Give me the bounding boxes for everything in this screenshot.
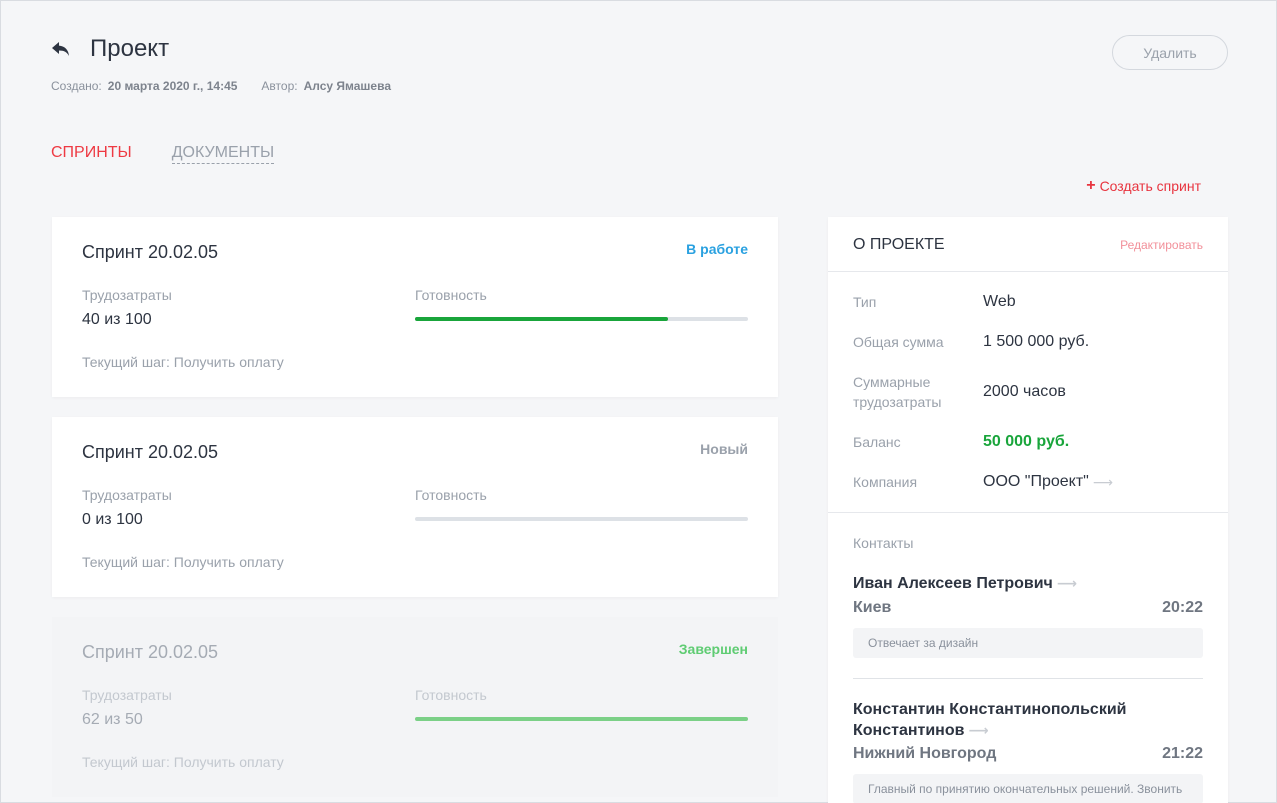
info-label: Тип [853, 294, 877, 310]
author-label: Автор: [261, 79, 298, 93]
info-value: 50 000 руб. [983, 433, 1070, 450]
info-value: Web [983, 293, 1016, 310]
edit-link[interactable]: Редактировать [1120, 238, 1203, 252]
tab-documents[interactable]: ДОКУМЕНТЫ [171, 144, 275, 164]
contacts-label: Контакты [853, 535, 914, 551]
sprint-status: В работе [686, 241, 748, 257]
info-row-company: Компания ООО "Проект" ⟶ [853, 472, 1113, 492]
info-row-total-effort: Суммарные трудозатраты 2000 часов [853, 372, 1066, 412]
contact-time: 21:22 [1162, 745, 1203, 762]
back-arrow-icon[interactable] [51, 38, 73, 60]
info-row-balance: Баланс 50 000 руб. [853, 432, 1069, 452]
info-row-total-sum: Общая сумма 1 500 000 руб. [853, 332, 1089, 352]
company-link[interactable]: ООО "Проект" ⟶ [983, 473, 1113, 491]
create-sprint-button[interactable]: + Создать спринт [1086, 177, 1201, 195]
contact-city: Киев [853, 599, 892, 616]
sprint-card[interactable]: Спринт 20.02.05 Завершен Трудозатраты 62… [52, 617, 778, 797]
divider [828, 512, 1228, 513]
sprint-name: Спринт 20.02.05 [82, 442, 219, 462]
sprint-name: Спринт 20.02.05 [82, 242, 219, 262]
page-title: Проект [90, 35, 170, 62]
tabs: СПРИНТЫ ДОКУМЕНТЫ [51, 144, 275, 164]
created-info: Создано: 20 марта 2020 г., 14:45 [51, 79, 237, 93]
contact-separator [853, 678, 1203, 679]
info-label: Суммарные трудозатраты [853, 374, 942, 410]
sprint-status: Завершен [678, 641, 748, 657]
author-info: Автор: Алсу Ямашева [261, 79, 391, 93]
created-label: Создано: [51, 79, 102, 93]
author-value: Алсу Ямашева [303, 79, 391, 93]
sprint-card[interactable]: Спринт 20.02.05 В работе Трудозатраты 40… [52, 217, 778, 397]
tab-sprints[interactable]: СПРИНТЫ [51, 144, 132, 164]
title-row: Проект [51, 35, 391, 63]
contact-name-link[interactable]: Константин Константинопольский Константи… [853, 699, 1183, 741]
contact-name-link[interactable]: Иван Алексеев Петрович ⟶ [853, 573, 1183, 594]
readiness-progress-fill [415, 717, 748, 721]
page-header: Проект Создано: 20 марта 2020 г., 14:45 А… [51, 35, 391, 93]
effort-label: Трудозатраты [82, 487, 172, 503]
arrow-right-icon: ⟶ [1056, 575, 1077, 591]
info-row-type: Тип Web [853, 292, 1016, 312]
readiness-progress-bar [415, 317, 748, 321]
arrow-right-icon: ⟶ [1092, 473, 1113, 490]
contact-name: Иван Алексеев Петрович [853, 575, 1053, 592]
contact-time: 20:22 [1162, 599, 1203, 616]
contact-note: Отвечает за дизайн [853, 628, 1203, 658]
current-step: Текущий шаг: Получить оплату [82, 754, 284, 770]
info-label: Баланс [853, 434, 901, 450]
effort-label: Трудозатраты [82, 687, 172, 703]
sprint-status: Новый [700, 441, 748, 457]
current-step: Текущий шаг: Получить оплату [82, 354, 284, 370]
about-title: О ПРОЕКТЕ [853, 236, 945, 253]
contact-note: Главный по принятию окончательных решени… [853, 774, 1203, 803]
info-value: 1 500 000 руб. [983, 333, 1090, 350]
info-label: Общая сумма [853, 334, 944, 350]
create-sprint-label: Создать спринт [1099, 178, 1201, 194]
current-step: Текущий шаг: Получить оплату [82, 554, 284, 570]
plus-icon: + [1086, 177, 1096, 194]
project-meta: Создано: 20 марта 2020 г., 14:45 Автор: Ал… [51, 79, 391, 93]
readiness-label: Готовность [415, 687, 487, 703]
readiness-progress-fill [415, 317, 669, 321]
about-header: О ПРОЕКТЕ Редактировать [828, 217, 1228, 272]
effort-value: 0 из 100 [82, 511, 143, 528]
readiness-label: Готовность [415, 487, 487, 503]
readiness-label: Готовность [415, 287, 487, 303]
sprint-card[interactable]: Спринт 20.02.05 Новый Трудозатраты 0 из … [52, 417, 778, 597]
readiness-progress-bar [415, 517, 748, 521]
contact-name: Константин Константинопольский Константи… [853, 701, 1127, 739]
delete-button[interactable]: Удалить [1112, 35, 1228, 70]
created-value: 20 марта 2020 г., 14:45 [107, 79, 238, 93]
effort-value: 62 из 50 [82, 711, 143, 728]
info-label: Компания [853, 474, 918, 490]
sprint-name: Спринт 20.02.05 [82, 642, 219, 662]
contact-city: Нижний Новгород [853, 745, 997, 762]
readiness-progress-bar [415, 717, 748, 721]
about-project-panel: О ПРОЕКТЕ Редактировать Тип Web Общая су… [828, 217, 1228, 803]
info-value: 2000 часов [983, 383, 1066, 400]
arrow-right-icon: ⟶ [968, 722, 989, 738]
effort-value: 40 из 100 [82, 311, 152, 328]
company-name: ООО "Проект" [983, 473, 1089, 490]
effort-label: Трудозатраты [82, 287, 172, 303]
